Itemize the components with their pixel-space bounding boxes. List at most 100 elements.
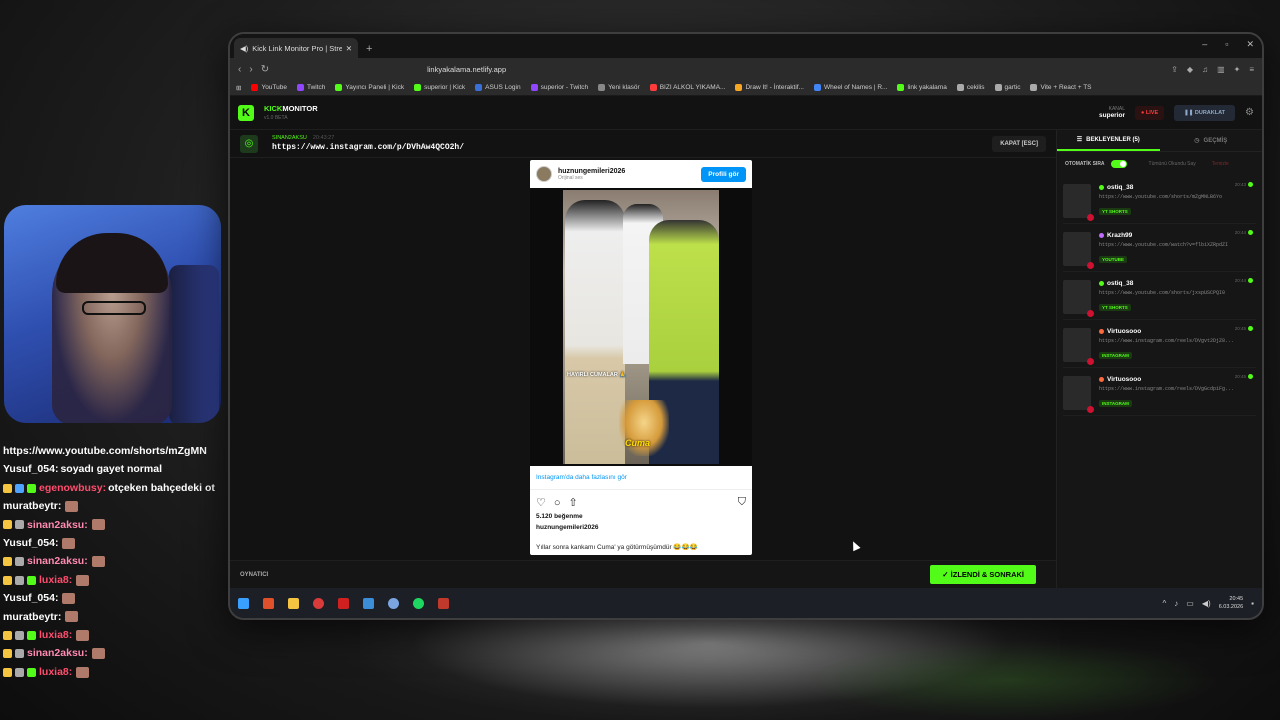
live-label: LIVE (1145, 109, 1159, 116)
close-window-icon[interactable]: ✕ (1246, 39, 1254, 50)
mic-icon[interactable]: ♪ (1174, 599, 1178, 608)
back-icon[interactable]: ‹ (238, 64, 241, 75)
share-icon[interactable]: ⇪ (1171, 65, 1178, 74)
minimize-icon[interactable]: – (1202, 39, 1207, 50)
volume-icon[interactable]: ◀) (1202, 599, 1211, 608)
bookmark-item[interactable]: Wheel of Names | R... (813, 84, 887, 91)
file-explorer-icon[interactable] (288, 597, 299, 609)
reload-icon[interactable]: ↻ (261, 64, 269, 75)
comment-icon[interactable]: ○ (554, 497, 561, 509)
toolbar-icons: ⇪ ◆ ♫ ▥ ✦ ≡ (1171, 65, 1254, 74)
share-icon[interactable]: ⇧ (569, 496, 578, 509)
post-owner[interactable]: huznungemileri2026 (530, 522, 752, 533)
bookmark-item[interactable]: YouTube (251, 84, 287, 91)
post-caption: Yıllar sonra kankamı Cuma' ya götürmüşüm… (536, 544, 698, 551)
video-player[interactable]: HAYIRLI CUMALAR 🙏 Cuma (530, 188, 752, 466)
queue-url: https://www.youtube.com/shorts/jxspUSCPQ… (1099, 289, 1226, 296)
menu-icon[interactable]: ≡ (1249, 65, 1254, 74)
bookmark-label: Vite + React + TS (1040, 84, 1092, 91)
avatar[interactable] (536, 166, 552, 182)
queue-item[interactable]: Krazh99 https://www.youtube.com/watch?v=… (1063, 226, 1256, 272)
platform-icon (1087, 309, 1094, 317)
bookmark-item[interactable]: Yayıncı Paneli | Kick (335, 84, 404, 91)
bookmark-item[interactable]: superior | Kick (414, 84, 465, 91)
queue-user-row: ostiq_38 (1099, 280, 1256, 287)
shield-icon[interactable]: ◆ (1187, 65, 1193, 74)
browser-tab[interactable]: ◀) Kick Link Monitor Pro | Stream ✕ (234, 38, 358, 58)
user-dot-icon (1099, 184, 1104, 190)
steam-icon[interactable] (363, 597, 374, 609)
heart-icon[interactable]: ♡ (536, 496, 546, 509)
clear-button[interactable]: Temizle (1212, 161, 1229, 167)
settings-icon[interactable]: ⚙ (1245, 107, 1254, 118)
tab-history[interactable]: ◷ GEÇMİŞ (1160, 130, 1263, 151)
chat-emote-icon (62, 592, 76, 604)
url-field[interactable]: linkyakalama.netlify.app (427, 65, 506, 74)
app-blue-icon[interactable] (388, 597, 399, 609)
chat-username: sinan2aksu: (27, 518, 88, 531)
auto-label: OTOMATİK SIRA (1065, 161, 1105, 167)
close-button[interactable]: KAPAT [ESC] (992, 135, 1046, 152)
bookmark-label: gartic (1004, 84, 1021, 91)
sidebar-icon[interactable]: ▥ (1217, 65, 1225, 74)
windows-start-icon[interactable] (238, 597, 249, 609)
bookmark-label: cekilis (966, 84, 985, 91)
notification-icon[interactable]: ▪ (1251, 599, 1254, 608)
speaker-icon: ◀) (240, 43, 249, 53)
close-tab-icon[interactable]: ✕ (346, 44, 352, 53)
bookmark-item[interactable]: Draw It! - İnteraktif... (735, 84, 804, 91)
view-profile-button[interactable]: Profili gör (701, 166, 746, 182)
bookmark-item[interactable]: Yeni klasör (598, 84, 640, 91)
bookmark-item[interactable]: superior - Twitch (530, 84, 588, 91)
app-red-icon[interactable] (338, 597, 349, 609)
maximize-icon[interactable]: ▫ (1225, 39, 1228, 50)
queue-list: ostiq_38 https://www.youtube.com/shorts/… (1057, 178, 1262, 416)
bookmark-item[interactable]: ASUS Login (475, 84, 521, 91)
brave-browser-icon[interactable] (263, 597, 274, 609)
extensions-icon[interactable]: ✦ (1234, 65, 1241, 74)
bookmark-item[interactable]: gartic (994, 84, 1021, 91)
bookmark-item[interactable]: Twitch (297, 84, 325, 91)
see-more-link[interactable]: Instagram'da daha fazlasını gör (530, 466, 752, 490)
forward-icon[interactable]: › (249, 64, 252, 75)
brand-monitor: MONITOR (282, 104, 318, 113)
bookmark-item[interactable]: Vite + React + TS (1030, 84, 1092, 91)
queue-item[interactable]: ostiq_38 https://www.youtube.com/shorts/… (1063, 274, 1256, 320)
live-button[interactable]: ● LIVE (1135, 105, 1165, 120)
pause-button[interactable]: ❚❚ DURAKLAT (1174, 104, 1236, 121)
bookmark-icon[interactable]: ⛉ (738, 496, 746, 509)
watched-next-button[interactable]: ✓ İZLENDİ & SONRAKİ (930, 565, 1036, 584)
queue-thumbnail (1063, 327, 1094, 365)
chat-message: Yusuf_054: (3, 534, 225, 552)
chat-username: Yusuf_054: (3, 592, 59, 605)
tab-waiting[interactable]: ☰ BEKLEYENLER (5) (1057, 130, 1160, 151)
music-icon[interactable]: ♫ (1202, 65, 1208, 74)
mark-all-read-button[interactable]: Tümünü Okundu Say (1149, 161, 1196, 167)
queue-item[interactable]: Virtuosooo https://www.instagram.com/ree… (1063, 370, 1256, 416)
app-calendar-icon[interactable] (438, 597, 449, 609)
embed-account[interactable]: huznungemileri2026 (558, 168, 625, 175)
chat-emote-icon (62, 537, 76, 549)
chevron-up-icon[interactable]: ^ (1163, 599, 1167, 608)
chat-text: https://www.youtube.com/shorts/mZgMN (3, 445, 207, 457)
queue-item[interactable]: ostiq_38 https://www.youtube.com/shorts/… (1063, 178, 1256, 224)
apps-grid-icon[interactable]: ⊞ (236, 84, 241, 92)
bookmark-favicon-icon (956, 84, 964, 91)
new-tab-icon[interactable]: + (366, 43, 372, 55)
chat-message: sinan2aksu: (3, 516, 225, 534)
network-icon[interactable]: ▭ (1186, 599, 1194, 608)
clock[interactable]: 20:45 6.03.2026 (1219, 595, 1243, 611)
queue-url: https://www.instagram.com/reels/DVgGcdpi… (1099, 385, 1235, 392)
bookmark-favicon-icon (475, 84, 483, 91)
chat-badge-icon (15, 483, 24, 493)
queue-item[interactable]: Virtuosooo https://www.instagram.com/ree… (1063, 322, 1256, 368)
bookmark-item[interactable]: cekilis (956, 84, 985, 91)
instagram-embed: huznungemileri2026 Orijinal ses Profili … (530, 160, 752, 555)
auto-queue-toggle[interactable] (1110, 160, 1127, 168)
current-link[interactable]: https://www.instagram.com/p/DVhAw4QCO2h/ (272, 143, 464, 152)
chat-emote-icon (91, 648, 105, 660)
spotify-icon[interactable] (413, 597, 424, 609)
bookmark-item[interactable]: BIZI ALKOL YIKAMA... (649, 84, 725, 91)
bookmark-item[interactable]: link yakalama (897, 84, 947, 91)
app-pin-icon[interactable] (313, 597, 324, 609)
